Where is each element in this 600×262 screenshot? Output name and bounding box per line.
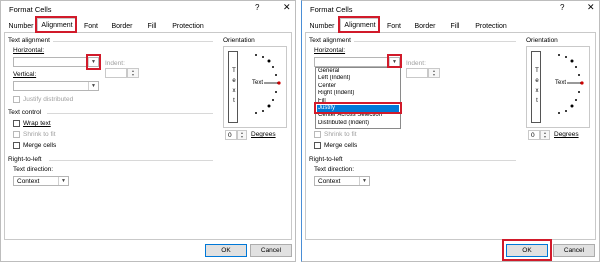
justify-distributed-checkbox[interactable] [13,96,20,103]
degrees-label: Degrees [251,131,276,138]
indent-spinner[interactable]: ▲ ▼ [127,68,139,78]
degrees-label: Degrees [554,131,579,138]
spin-down-icon[interactable]: ▼ [541,135,549,139]
justify-distributed-label: Justify distributed [23,96,74,103]
merge-cells-label: Merge cells [324,142,358,149]
option-center[interactable]: Center [317,83,399,90]
chevron-down-icon[interactable]: ▼ [58,177,68,185]
degrees-spinner[interactable]: ▲ ▼ [237,130,247,140]
dialog-title: Format Cells [9,5,52,14]
option-left-indent[interactable]: Left (Indent) [317,75,399,82]
highlight-justify-option [314,102,402,114]
chevron-down-icon[interactable]: ▼ [359,177,369,185]
merge-cells-checkbox[interactable] [314,142,321,149]
section-divider [47,113,213,114]
tab-border[interactable]: Border [411,20,439,32]
text-alignment-heading: Text alignment [8,37,50,44]
orientation-box[interactable]: T e x t Text [223,46,287,128]
vertical-label: Vertical: [13,71,37,78]
format-cells-dialog-right: Format Cells ? ✕ Number Alignment Font B… [301,0,600,262]
indent-label: Indent: [406,60,426,67]
section-divider [49,160,213,161]
title-bar: Format Cells ? ✕ [302,1,599,17]
right-to-left-heading: Right-to-left [8,156,42,163]
orientation-heading: Orientation [223,37,255,44]
wrap-text-label: Wrap text [23,120,51,127]
highlight-alignment-tab [35,16,77,33]
horizontal-label: Horizontal: [13,47,45,54]
chevron-down-icon[interactable]: ▼ [88,82,98,90]
degrees-value: 0 [228,132,232,139]
indent-label: Indent: [105,60,125,67]
merge-cells-checkbox[interactable] [13,142,20,149]
horizontal-label: Horizontal: [314,47,346,54]
option-general[interactable]: General [317,68,399,75]
degrees-input[interactable]: 0 [225,130,237,140]
text-direction-label: Text direction: [314,166,355,173]
close-icon[interactable]: ✕ [283,2,291,13]
tab-font[interactable]: Font [383,20,405,32]
dialog-title: Format Cells [310,5,353,14]
orientation-dial[interactable] [527,47,589,127]
tab-fill[interactable]: Fill [142,20,162,32]
shrink-to-fit-checkbox[interactable] [314,131,321,138]
text-direction-value: Context [318,178,341,185]
highlight-horizontal-arrow [86,54,101,70]
shrink-to-fit-label: Shrink to fit [324,131,357,138]
indent-input[interactable] [406,68,428,78]
tab-protection[interactable]: Protection [168,20,208,32]
tab-protection[interactable]: Protection [471,20,511,32]
tab-font[interactable]: Font [80,20,102,32]
orientation-dial[interactable] [224,47,286,127]
vertical-dropdown[interactable]: ▼ [13,81,99,91]
tab-border[interactable]: Border [108,20,136,32]
orientation-box[interactable]: T e x t Text [526,46,590,128]
highlight-horizontal-arrow [387,54,402,68]
text-direction-label: Text direction: [13,166,54,173]
section-divider [53,41,213,42]
spin-down-icon[interactable]: ▼ [128,73,138,77]
merge-cells-label: Merge cells [23,142,57,149]
text-direction-dropdown[interactable]: Context ▼ [13,176,69,186]
section-divider [350,160,516,161]
cancel-button[interactable]: Cancel [553,244,595,257]
indent-spinner[interactable]: ▲ ▼ [428,68,440,78]
cancel-button[interactable]: Cancel [250,244,292,257]
spin-down-icon[interactable]: ▼ [238,135,246,139]
tab-number[interactable]: Number [307,20,337,32]
degrees-spinner[interactable]: ▲ ▼ [540,130,550,140]
help-icon[interactable]: ? [255,3,259,12]
spin-down-icon[interactable]: ▼ [429,73,439,77]
degrees-input[interactable]: 0 [528,130,540,140]
section-divider [354,41,516,42]
orientation-text-label: Text [555,80,567,86]
shrink-to-fit-label: Shrink to fit [23,131,56,138]
title-bar: Format Cells ? ✕ [1,1,295,17]
orientation-text-label: Text [252,80,264,86]
help-icon[interactable]: ? [560,3,564,12]
format-cells-dialog-left: Format Cells ? ✕ Number Alignment Font B… [0,0,296,262]
text-direction-value: Context [17,178,40,185]
right-to-left-heading: Right-to-left [309,156,343,163]
tab-fill[interactable]: Fill [445,20,465,32]
text-control-heading: Text control [8,109,42,116]
text-direction-dropdown[interactable]: Context ▼ [314,176,370,186]
option-distributed-indent[interactable]: Distributed (Indent) [317,120,399,127]
highlight-ok-button [502,239,552,261]
ok-button[interactable]: OK [205,244,247,257]
degrees-value: 0 [531,132,535,139]
text-alignment-heading: Text alignment [309,37,351,44]
indent-input[interactable] [105,68,127,78]
horizontal-options-list[interactable]: General Left (Indent) Center Right (Inde… [315,67,401,129]
highlight-alignment-tab [338,16,380,33]
wrap-text-checkbox[interactable] [13,120,20,127]
option-right-indent[interactable]: Right (Indent) [317,90,399,97]
close-icon[interactable]: ✕ [587,2,595,13]
shrink-to-fit-checkbox[interactable] [13,131,20,138]
orientation-heading: Orientation [526,37,558,44]
tab-number[interactable]: Number [6,20,36,32]
